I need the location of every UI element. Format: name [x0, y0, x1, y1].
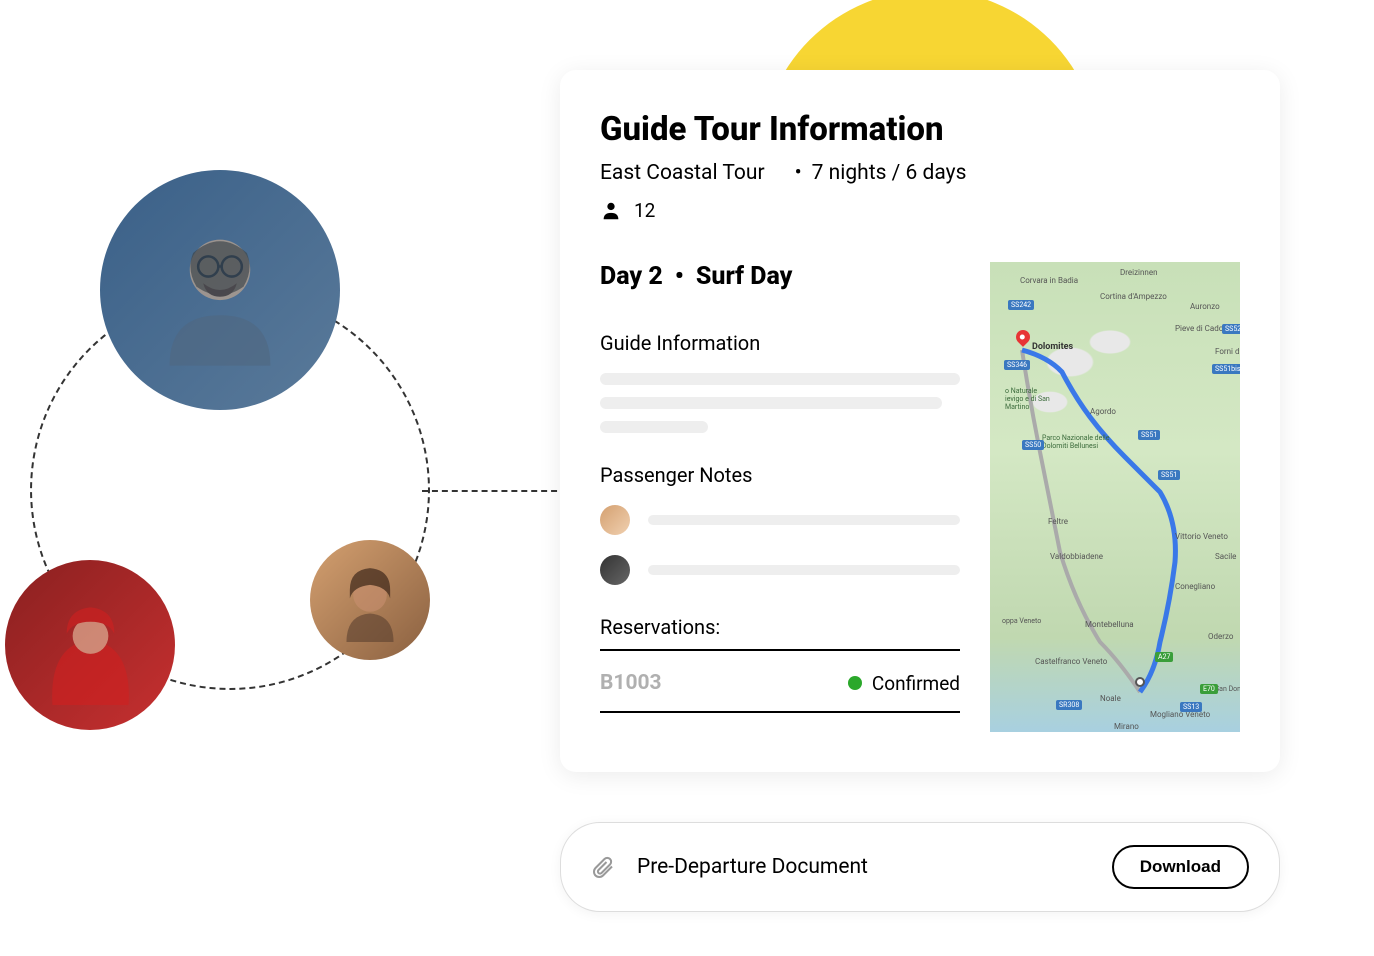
reservations-section: Reservations: B1003 Confirmed	[600, 615, 960, 713]
map-place-label: Oderzo	[1208, 632, 1233, 641]
map-place-label: Sacile	[1215, 552, 1236, 561]
tour-info-card: Guide Tour Information East Coastal Tour…	[560, 70, 1280, 772]
passenger-mini-avatar	[600, 555, 630, 585]
day-name: Surf Day	[696, 262, 793, 291]
passenger-note-row	[600, 505, 960, 535]
day-label: Day 2	[600, 262, 663, 291]
map-place-label: Vittorio Veneto	[1175, 532, 1228, 541]
route-map[interactable]: Dolomites Cortina d'Ampezzo Auronzo Corv…	[990, 262, 1240, 732]
map-place-label: Agordo	[1090, 407, 1116, 416]
map-place-label: Auronzo	[1190, 302, 1220, 311]
road-badge: SS51bis	[1212, 364, 1240, 374]
passenger-notes-label: Passenger Notes	[600, 463, 960, 487]
document-label: Pre-Departure Document	[637, 855, 1090, 879]
avatar-passenger-2	[310, 540, 430, 660]
guide-info-label: Guide Information	[600, 331, 960, 355]
skeleton-text	[600, 373, 960, 385]
map-place-label: o Naturale ievigo e di San Martino	[1005, 387, 1055, 411]
road-badge: SS242	[1008, 300, 1034, 310]
skeleton-text	[648, 565, 960, 575]
people-count-value: 12	[634, 199, 655, 222]
reservations-label: Reservations:	[600, 615, 960, 651]
avatar-network-diagram	[0, 170, 480, 740]
map-start-marker-icon	[1135, 677, 1145, 687]
road-badge: SR308	[1056, 700, 1082, 710]
tour-details-column: Day 2•Surf Day Guide Information Passeng…	[600, 262, 960, 732]
dashed-connector-line	[422, 490, 567, 492]
paperclip-icon	[591, 855, 615, 879]
map-place-label: Corvara in Badia	[1020, 276, 1078, 285]
map-place-label: Montebelluna	[1085, 620, 1134, 629]
road-badge: SS52	[1222, 324, 1240, 334]
map-column: Dolomites Cortina d'Ampezzo Auronzo Corv…	[990, 262, 1240, 732]
road-badge: E70	[1200, 684, 1218, 694]
people-count: 12	[600, 199, 1240, 222]
document-download-bar: Pre-Departure Document Download	[560, 822, 1280, 912]
map-place-label: Conegliano	[1175, 582, 1215, 591]
map-place-label: Castelfranco Veneto	[1035, 657, 1107, 666]
map-place-label: Dreizinnen	[1120, 268, 1157, 277]
skeleton-text	[600, 397, 942, 409]
map-place-label: San Donà di P	[1215, 685, 1240, 693]
map-place-label: Mirano	[1114, 722, 1139, 731]
avatar-guide-primary	[100, 170, 340, 410]
road-badge: A27	[1155, 652, 1173, 662]
map-place-label: Feltre	[1048, 517, 1068, 526]
road-badge: SS51	[1158, 470, 1180, 480]
map-place-label: Forni di	[1215, 347, 1240, 356]
map-place-label: oppa Veneto	[1002, 617, 1041, 625]
road-badge: SS51	[1138, 430, 1160, 440]
road-badge: SS50	[1022, 440, 1044, 450]
avatar-passenger-1	[5, 560, 175, 730]
status-dot-icon	[848, 676, 862, 690]
passenger-mini-avatar	[600, 505, 630, 535]
map-place-label: Cortina d'Ampezzo	[1100, 292, 1167, 301]
download-button[interactable]: Download	[1112, 845, 1249, 889]
card-subtitle: East Coastal Tour 7 nights / 6 days	[600, 161, 1240, 185]
road-badge: SS346	[1004, 360, 1030, 370]
road-badge: SS13	[1180, 702, 1202, 712]
reservation-status: Confirmed	[848, 672, 960, 695]
map-place-label: Noale	[1100, 694, 1121, 703]
map-place-label: Parco Nazionale delle Dolomiti Bellunesi	[1042, 434, 1112, 450]
passenger-note-row	[600, 555, 960, 585]
tour-name: East Coastal Tour	[600, 161, 765, 185]
map-place-label: Valdobbiadene	[1050, 552, 1103, 561]
person-icon	[600, 200, 622, 222]
skeleton-text	[600, 421, 708, 433]
status-text: Confirmed	[872, 672, 960, 695]
skeleton-text	[648, 515, 960, 525]
tour-duration: 7 nights / 6 days	[795, 161, 967, 185]
map-label-dolomites: Dolomites	[1032, 342, 1073, 352]
reservation-id: B1003	[600, 671, 662, 695]
day-heading: Day 2•Surf Day	[600, 262, 960, 291]
card-title: Guide Tour Information	[600, 110, 1240, 149]
reservation-row: B1003 Confirmed	[600, 671, 960, 713]
